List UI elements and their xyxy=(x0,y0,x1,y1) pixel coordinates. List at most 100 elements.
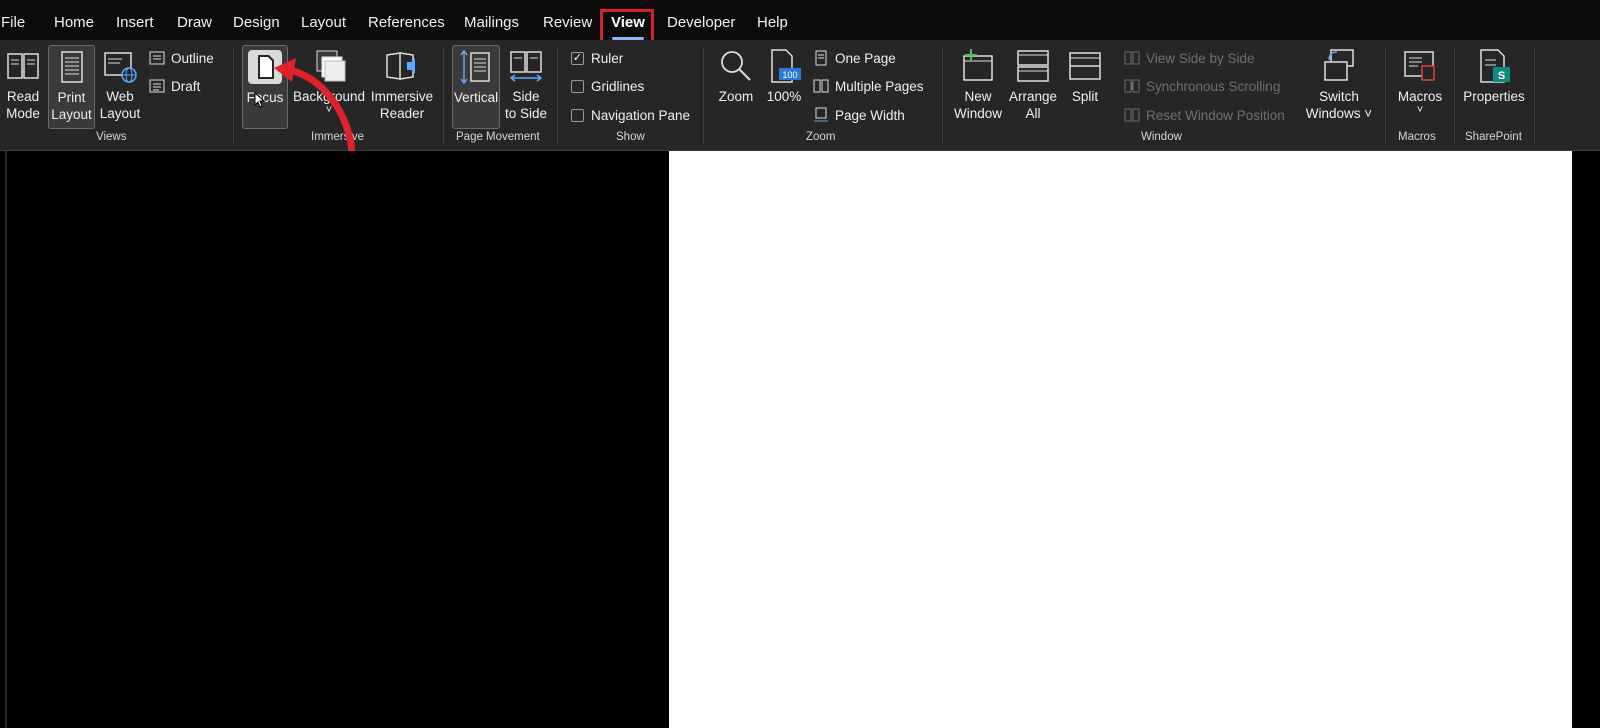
navigation-pane-checkbox[interactable]: Navigation Pane xyxy=(571,104,690,126)
focus-icon xyxy=(248,50,282,84)
tab-layout[interactable]: Layout xyxy=(301,14,346,32)
zoom-button[interactable]: Zoom xyxy=(714,48,758,105)
macros-group-label: Macros xyxy=(1398,131,1436,143)
switch-windows-icon xyxy=(1324,49,1354,81)
new-window-button[interactable]: New Window xyxy=(952,48,1004,122)
side-to-side-button[interactable]: Side to Side xyxy=(503,48,549,122)
tab-developer[interactable]: Developer xyxy=(667,14,735,32)
sharepoint-properties-icon: S xyxy=(1480,49,1510,83)
zoom-group-label: Zoom xyxy=(806,131,836,143)
group-separator xyxy=(557,48,558,144)
gridlines-check-box xyxy=(571,79,584,93)
document-background-right xyxy=(1572,151,1600,728)
view-side-by-side-button[interactable]: View Side by Side xyxy=(1124,47,1255,69)
immersive-group-label: Immersive xyxy=(311,131,365,143)
ruler-label: Ruler xyxy=(591,50,624,66)
ruler-checkbox[interactable]: ✓ Ruler xyxy=(571,47,623,69)
immersive-reader-label-1: Immersive xyxy=(370,89,434,104)
gridlines-label: Gridlines xyxy=(591,78,645,94)
group-separator xyxy=(942,48,943,144)
side-to-side-icon xyxy=(509,51,543,82)
view-side-by-side-icon xyxy=(1124,51,1140,65)
read-mode-button[interactable]: Read Mode xyxy=(2,48,44,122)
document-left-edge xyxy=(5,151,7,728)
zoom-100-label: 100% xyxy=(766,89,802,104)
arrange-all-button[interactable]: Arrange All xyxy=(1008,48,1058,122)
ruler-check-icon: ✓ xyxy=(571,51,584,65)
group-separator xyxy=(703,48,704,144)
group-separator xyxy=(233,48,234,144)
immersive-reader-button[interactable]: Immersive Reader xyxy=(370,48,434,122)
vertical-button[interactable]: Vertical xyxy=(452,45,500,129)
page-width-button[interactable]: Page Width xyxy=(813,104,905,126)
zoom-label: Zoom xyxy=(718,89,754,104)
tab-references[interactable]: References xyxy=(368,14,445,32)
gridlines-checkbox[interactable]: Gridlines xyxy=(571,75,644,97)
multiple-pages-button[interactable]: Multiple Pages xyxy=(813,75,924,97)
draft-label: Draft xyxy=(171,78,201,94)
outline-label: Outline xyxy=(171,50,214,66)
one-page-icon xyxy=(815,50,827,66)
navigation-pane-check-box xyxy=(571,108,584,122)
document-background-left xyxy=(0,151,669,728)
new-window-label-1: New xyxy=(964,89,992,104)
immersive-reader-label-2: Reader xyxy=(379,106,425,121)
arrange-all-label-2: All xyxy=(1025,106,1041,121)
vertical-label: Vertical xyxy=(453,90,499,105)
properties-label: Properties xyxy=(1463,89,1525,104)
split-label: Split xyxy=(1071,89,1099,104)
views-group-label: Views xyxy=(96,131,127,143)
outline-button[interactable]: Outline xyxy=(149,47,214,69)
switch-windows-label-2: Windows ˅ xyxy=(1305,106,1373,121)
reset-window-position-label: Reset Window Position xyxy=(1146,107,1285,123)
synchronous-scrolling-icon xyxy=(1124,79,1140,93)
immersive-reader-icon xyxy=(386,52,415,80)
multiple-pages-icon xyxy=(813,79,829,93)
one-page-button[interactable]: One Page xyxy=(813,47,896,69)
zoom-100-icon: 100 xyxy=(771,49,801,83)
document-page[interactable] xyxy=(669,151,1572,728)
macros-button[interactable]: Macros ˅ xyxy=(1394,48,1446,116)
side-to-side-label-2: to Side xyxy=(504,106,548,121)
new-window-label-2: Window xyxy=(953,106,1002,121)
background-label: Background xyxy=(292,89,366,104)
print-layout-button[interactable]: Print Layout xyxy=(48,45,95,129)
tab-design[interactable]: Design xyxy=(233,14,280,32)
print-layout-label-1: Print xyxy=(57,90,86,105)
window-group-label: Window xyxy=(1141,131,1182,143)
reset-window-position-button[interactable]: Reset Window Position xyxy=(1124,104,1285,126)
properties-button[interactable]: S Properties xyxy=(1462,48,1526,105)
group-separator xyxy=(443,48,444,144)
switch-windows-button[interactable]: Switch Windows ˅ xyxy=(1305,48,1373,122)
zoom-100-button[interactable]: 100 100% xyxy=(762,48,806,105)
read-mode-label-2: Mode xyxy=(6,106,40,121)
web-layout-label-2: Layout xyxy=(99,106,141,121)
multiple-pages-label: Multiple Pages xyxy=(835,78,924,94)
draft-button[interactable]: Draft xyxy=(149,75,200,97)
page-width-icon xyxy=(814,107,828,122)
tab-file[interactable]: File xyxy=(1,14,25,32)
web-layout-button[interactable]: Web Layout xyxy=(98,48,142,122)
sharepoint-icon-text: S xyxy=(1498,70,1505,82)
read-mode-label-1: Read xyxy=(6,89,40,104)
group-separator xyxy=(1534,48,1535,144)
page-movement-group-label: Page Movement xyxy=(456,131,540,143)
background-button[interactable]: Background ˅ xyxy=(292,48,366,116)
sharepoint-group-label: SharePoint xyxy=(1465,131,1522,143)
tab-review[interactable]: Review xyxy=(543,14,592,32)
tab-insert[interactable]: Insert xyxy=(116,14,154,32)
reset-window-position-icon xyxy=(1124,108,1140,122)
show-group-label: Show xyxy=(616,131,645,143)
synchronous-scrolling-button[interactable]: Synchronous Scrolling xyxy=(1124,75,1280,97)
tab-help[interactable]: Help xyxy=(757,14,788,32)
macros-icon xyxy=(1404,51,1435,81)
tab-home[interactable]: Home xyxy=(54,14,94,32)
web-layout-icon xyxy=(104,52,137,83)
tab-mailings[interactable]: Mailings xyxy=(464,14,519,32)
split-button[interactable]: Split xyxy=(1063,48,1107,105)
tab-draw[interactable]: Draw xyxy=(177,14,212,32)
focus-button[interactable]: Focus xyxy=(242,45,288,129)
mouse-cursor-icon xyxy=(254,92,266,108)
macros-label: Macros xyxy=(1397,89,1443,104)
draft-icon xyxy=(149,79,165,93)
